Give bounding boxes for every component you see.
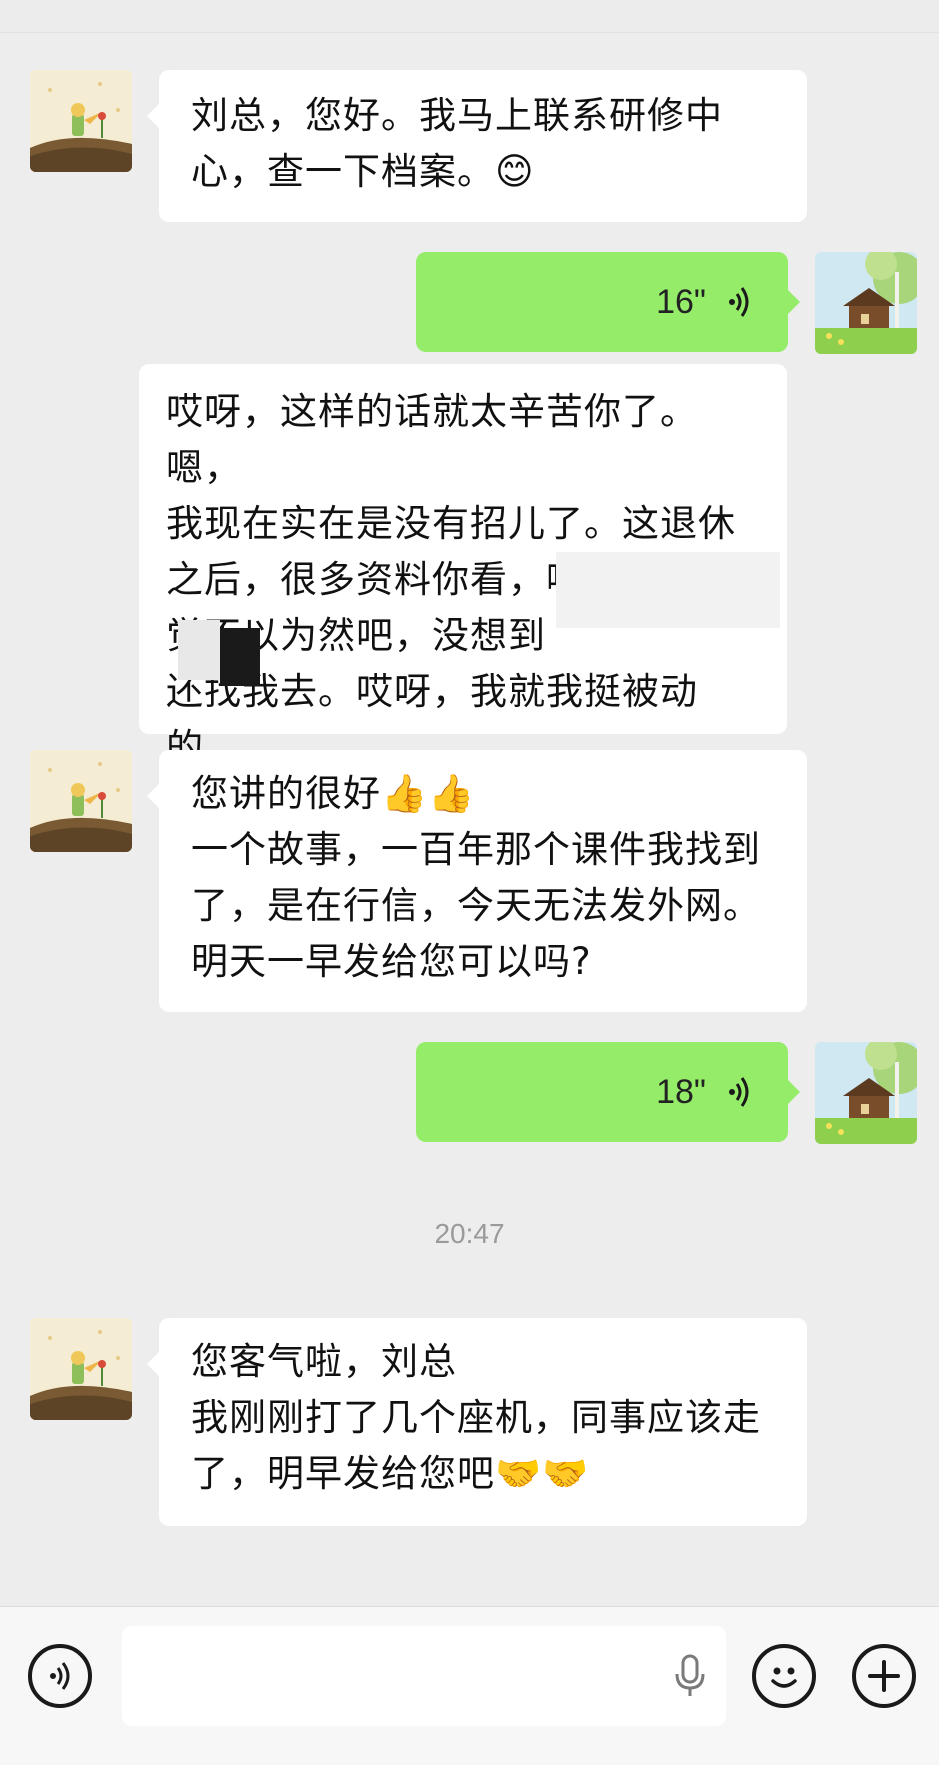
- redaction-patch: [220, 628, 260, 686]
- message-bubble-incoming[interactable]: 刘总，您好。我马上联系研修中 心，查一下档案。😊: [147, 70, 807, 222]
- voice-wave-icon: [729, 1077, 749, 1107]
- self-avatar[interactable]: [815, 252, 917, 354]
- voice-toggle-icon[interactable]: [28, 1644, 92, 1708]
- voice-duration: 16": [656, 282, 706, 321]
- message-bubble-incoming[interactable]: 您客气啦，刘总 我刚刚打了几个座机，同事应该走 了，明早发给您吧🤝🤝: [147, 1318, 807, 1526]
- voice-duration: 18": [656, 1072, 706, 1111]
- microphone-icon[interactable]: [672, 1652, 708, 1700]
- message-bubble-incoming[interactable]: 您讲的很好👍👍 一个故事，一百年那个课件我找到 了，是在行信，今天无法发外网。 …: [147, 750, 807, 1012]
- contact-avatar[interactable]: [30, 1318, 132, 1420]
- voice-message-bubble[interactable]: 18": [416, 1042, 800, 1142]
- self-avatar[interactable]: [815, 1042, 917, 1144]
- top-divider: [0, 0, 939, 33]
- redaction-patch: [178, 620, 220, 680]
- message-input[interactable]: [122, 1626, 726, 1726]
- contact-avatar[interactable]: [30, 750, 132, 852]
- redaction-patch: [556, 552, 780, 628]
- contact-avatar[interactable]: [30, 70, 132, 172]
- emoji-icon[interactable]: [752, 1644, 816, 1708]
- plus-icon[interactable]: [852, 1644, 916, 1708]
- voice-message-bubble[interactable]: 16": [416, 252, 800, 352]
- chat-timestamp: 20:47: [434, 1218, 505, 1249]
- voice-wave-icon: [729, 287, 749, 317]
